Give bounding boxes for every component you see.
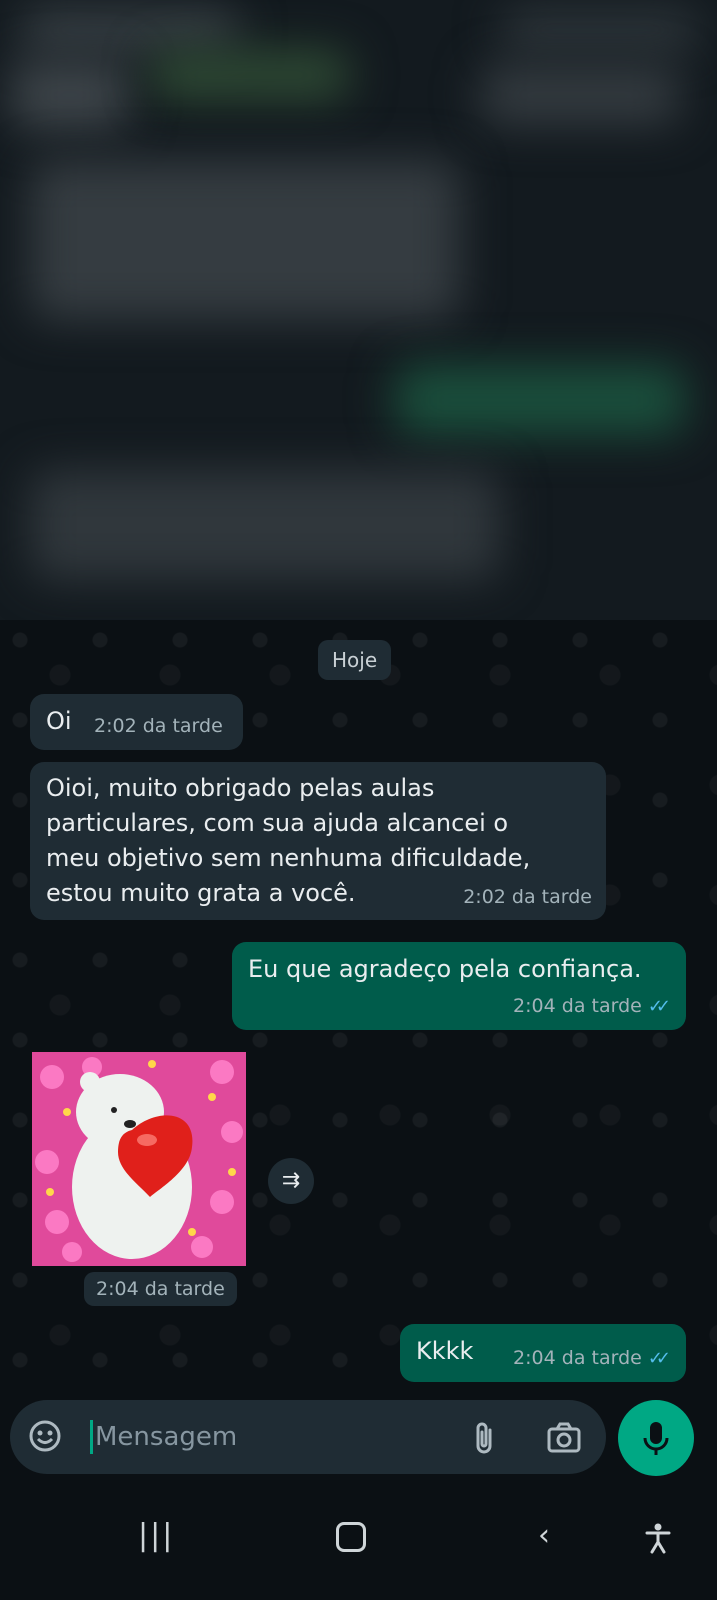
message-bubble-incoming[interactable]: Oioi, muito obrigado pelas aulas particu… [30,762,606,920]
back-icon[interactable]: ‹ [538,1518,550,1553]
system-navigation-bar: ||| ‹ [0,1488,717,1600]
message-input-bar: Mensagem [10,1400,606,1474]
emoji-icon[interactable] [28,1419,62,1453]
message-bubble-incoming[interactable]: Oi 2:02 da tarde [30,694,243,750]
message-text: Oi [46,707,72,735]
message-text: Eu que agradeço pela confiança. [248,955,642,983]
message-input[interactable]: Mensagem [90,1420,237,1454]
read-ticks-icon: ✓✓ [647,1348,671,1369]
blurred-header-region [0,0,717,620]
message-time: 2:04 da tarde [513,995,642,1017]
polar-bear-heart-sticker[interactable] [32,1052,246,1266]
message-meta: 2:04 da tarde ✓✓ [513,987,671,1024]
camera-icon[interactable] [546,1420,582,1454]
forward-icon[interactable]: ⇉ [268,1158,314,1204]
accessibility-icon[interactable] [644,1522,672,1562]
date-chip: Hoje [318,640,392,680]
sticker-image [32,1052,246,1266]
recents-icon[interactable]: ||| [138,1518,174,1553]
read-ticks-icon: ✓✓ [647,996,671,1017]
message-meta: 2:04 da tarde ✓✓ [513,1339,671,1376]
home-icon[interactable] [336,1514,366,1552]
message-time: 2:02 da tarde [94,715,223,737]
paperclip-icon[interactable] [470,1420,500,1456]
message-time: 2:04 da tarde [513,1347,642,1369]
sticker-time: 2:04 da tarde [84,1272,237,1306]
message-bubble-outgoing[interactable]: Eu que agradeço pela confiança. 2:04 da … [232,942,686,1030]
message-text: Kkkk [416,1337,474,1365]
message-time: 2:02 da tarde [463,886,592,908]
message-bubble-outgoing[interactable]: Kkkk 2:04 da tarde ✓✓ [400,1324,686,1382]
microphone-icon[interactable] [618,1400,694,1476]
